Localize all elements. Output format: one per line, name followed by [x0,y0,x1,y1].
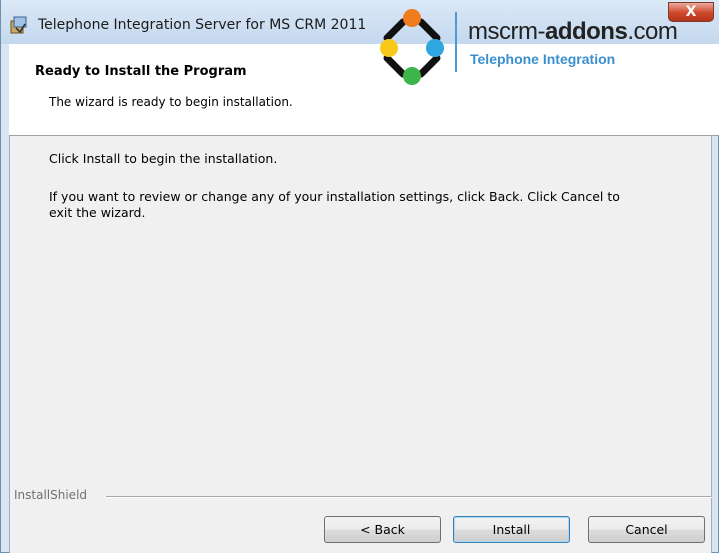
cancel-button[interactable]: Cancel [588,516,705,543]
banner-title: Ready to Install the Program [35,64,247,79]
installer-window: Telephone Integration Server for MS CRM … [0,0,719,553]
close-icon: X [685,4,697,20]
instruction-text: Click Install to begin the installation. [49,151,278,166]
banner-subtitle: The wizard is ready to begin installatio… [49,95,293,109]
footer-divider [106,496,712,498]
installshield-label: InstallShield [14,488,88,502]
mscrm-addons-logo-icon [380,9,444,85]
logo-divider [455,12,457,72]
install-button[interactable]: Install [453,516,570,543]
back-button[interactable]: < Back [324,516,441,543]
review-text-line2: exit the wizard. [49,205,146,220]
installer-app-icon [10,16,27,34]
logo-wordmark: mscrm-addons.com [468,18,678,45]
review-text-line1: If you want to review or change any of y… [49,189,620,204]
logo-tagline: Telephone Integration [470,51,616,67]
window-title: Telephone Integration Server for MS CRM … [38,17,367,33]
